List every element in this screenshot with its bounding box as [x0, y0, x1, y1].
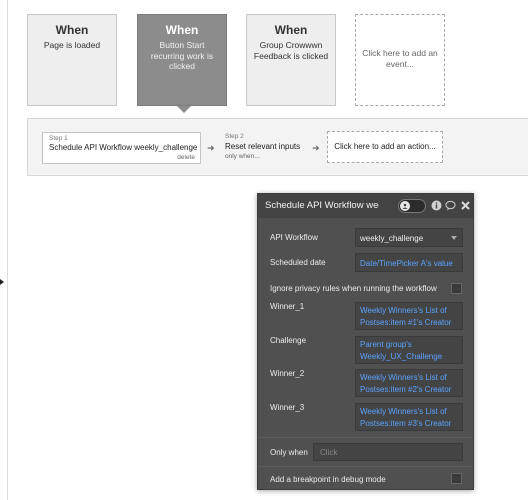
breakpoint-checkbox[interactable] [451, 473, 462, 484]
add-event-button[interactable]: Click here to add an event... [355, 14, 445, 106]
breakpoint-label: Add a breakpoint in debug mode [270, 475, 386, 484]
workflow-step-1[interactable]: Step 1 Schedule API Workflow weekly_chal… [42, 132, 201, 164]
workflow-steps-strip: Step 1 Schedule API Workflow weekly_chal… [27, 118, 528, 176]
event-when-label: When [274, 23, 308, 37]
chevron-down-icon [451, 236, 457, 240]
condition-toggle[interactable] [398, 199, 426, 213]
param-field-winner-2[interactable]: Weekly Winners's List of Postses:item #2… [355, 369, 463, 397]
event-group-crowwwn-feedback[interactable]: When Group Crowwwn Feedback is clicked [246, 14, 336, 106]
param-label-challenge: Challenge [270, 336, 307, 345]
param-field-winner-3[interactable]: Weekly Winners's List of Postses:item #3… [355, 403, 463, 431]
event-page-loaded[interactable]: When Page is loaded [27, 14, 117, 106]
event-text: Page is loaded [43, 40, 101, 50]
scheduled-date-field[interactable]: Date/TimePicker A's value [355, 253, 463, 272]
step-number-label: Step 2 [225, 133, 244, 140]
param-label-winner-1: Winner_1 [270, 302, 305, 311]
ignore-privacy-label: Ignore privacy rules when running the wo… [270, 284, 437, 293]
api-workflow-value: weekly_challenge [360, 234, 424, 243]
param-field-winner-1[interactable]: Weekly Winners's List of Postses:item #1… [355, 302, 463, 330]
event-text: Button Start recurring work is clicked [150, 40, 214, 71]
event-when-label: When [55, 23, 89, 37]
param-label-winner-2: Winner_2 [270, 369, 305, 378]
section-divider [258, 437, 473, 438]
selected-event-pointer [177, 106, 191, 113]
event-when-label: When [165, 23, 199, 37]
step-delete-link[interactable]: delete [177, 154, 195, 161]
api-workflow-dropdown[interactable]: weekly_challenge [355, 228, 463, 247]
add-action-button[interactable]: Click here to add an action... [327, 131, 443, 163]
panel-header[interactable]: Schedule API Workflow weekly_challenge [258, 194, 473, 218]
event-text: Group Crowwwn Feedback is clicked [253, 40, 329, 61]
scheduled-date-label: Scheduled date [270, 258, 326, 267]
api-workflow-label: API Workflow [270, 233, 318, 242]
close-icon[interactable] [460, 200, 471, 211]
event-button-start-recurring[interactable]: When Button Start recurring work is clic… [137, 14, 227, 106]
arrow-right-icon: ➜ [312, 143, 320, 153]
arrow-right-icon: ➜ [207, 143, 215, 153]
expand-arrow-icon[interactable] [0, 279, 4, 285]
comment-icon[interactable] [445, 200, 456, 211]
info-icon[interactable] [431, 200, 442, 211]
section-divider [258, 466, 473, 467]
canvas-left-border [7, 0, 8, 500]
step-title: Schedule API Workflow weekly_challenge [49, 143, 198, 152]
only-when-input[interactable]: Click [313, 443, 463, 461]
step-number-label: Step 1 [49, 135, 68, 142]
workflow-step-2[interactable]: Step 2 Reset relevant inputs only when..… [225, 133, 325, 163]
param-label-winner-3: Winner_3 [270, 403, 305, 412]
panel-title: Schedule API Workflow weekly_challenge [265, 200, 379, 211]
step-condition: only when... [225, 153, 260, 160]
ignore-privacy-checkbox[interactable] [451, 283, 462, 294]
step-title: Reset relevant inputs [225, 142, 301, 151]
only-when-label: Only when [270, 448, 308, 457]
action-property-editor: Schedule API Workflow weekly_challenge A… [257, 193, 474, 490]
add-event-label: Click here to add an event... [362, 48, 438, 69]
user-icon [400, 201, 410, 211]
param-field-challenge[interactable]: Parent group's Weekly_UX_Challenge [355, 336, 463, 364]
